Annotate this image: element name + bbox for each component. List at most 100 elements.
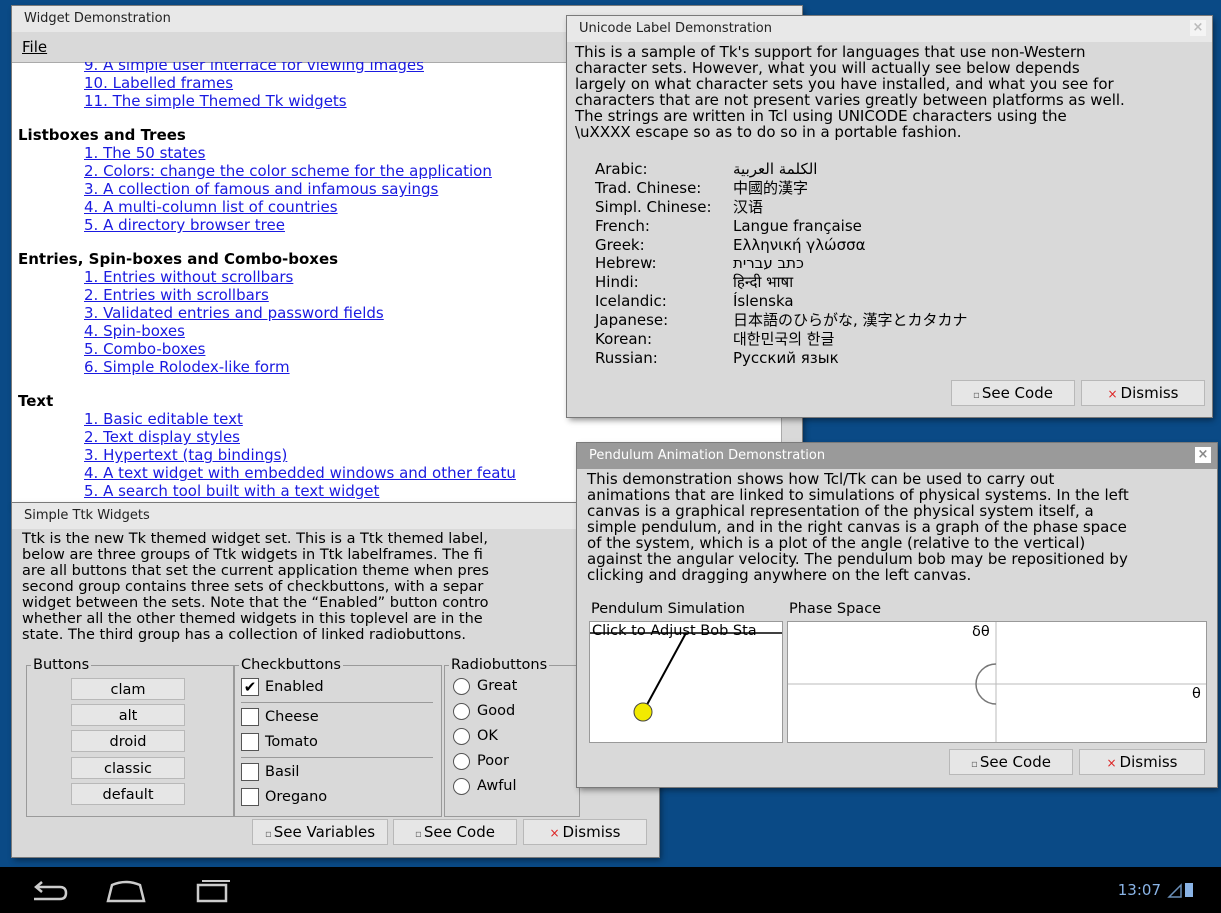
radio-great[interactable]: [453, 678, 470, 695]
language-row: Hebrew: כתב עברית: [595, 254, 804, 273]
window-title: Unicode Label Demonstration: [579, 21, 773, 36]
back-icon[interactable]: [30, 879, 70, 903]
language-row: Simpl. Chinese: 汉语: [595, 197, 764, 216]
checkbox-tomato[interactable]: [241, 733, 259, 751]
text-line: This is a sample of Tk's support for lan…: [575, 43, 1086, 61]
document-icon: ▫: [971, 759, 978, 770]
radiobuttons-frame: Radiobuttons Great Good OK Poor Awful: [444, 657, 580, 817]
text-line: are all buttons that set the current app…: [22, 563, 489, 579]
separator: [241, 702, 433, 703]
document-icon: ▫: [415, 829, 422, 840]
see-code-button[interactable]: ▫ See Code: [393, 819, 517, 845]
theme-button-classic[interactable]: classic: [71, 757, 185, 779]
radio-poor[interactable]: [453, 753, 470, 770]
text-line: character sets. However, what you will a…: [575, 59, 1080, 77]
close-icon: ×: [1106, 756, 1117, 770]
see-code-button[interactable]: ▫ See Code: [949, 749, 1073, 775]
language-row: Japanese: 日本語のひらがな, 漢字とカタカナ: [595, 311, 968, 330]
menu-file[interactable]: File: [22, 38, 47, 56]
phase-label: Phase Space: [787, 601, 884, 617]
dismiss-button[interactable]: × Dismiss: [1079, 749, 1205, 775]
text-line: This demonstration shows how Tcl/Tk can …: [587, 470, 1055, 488]
separator: [241, 757, 433, 758]
text-line: canvas is a graphical representation of …: [587, 502, 1094, 520]
close-icon: ×: [549, 826, 560, 840]
system-nav-bar: 13:07: [0, 867, 1221, 913]
checkbox-label: Oregano: [265, 789, 328, 805]
see-code-button[interactable]: ▫ See Code: [951, 380, 1075, 406]
text-line: of the system, which is a plot of the an…: [587, 534, 1086, 552]
text-line: simple pendulum, and in the right canvas…: [587, 518, 1127, 536]
text-line: animations that are linked to simulation…: [587, 486, 1129, 504]
recents-icon[interactable]: [192, 879, 232, 903]
language-row: Trad. Chinese: 中國的漢字: [595, 178, 809, 197]
window-title: Pendulum Animation Demonstration: [589, 448, 826, 463]
text-line: widget between the sets. Note that the “…: [22, 595, 489, 611]
text-line: characters that are not present varies g…: [575, 91, 1125, 109]
radiobuttons-frame-label: Radiobuttons: [449, 657, 550, 673]
checkbox-label: Cheese: [265, 709, 319, 725]
language-table: Arabic: الكلمة العربية Trad. Chinese: 中國的漢…: [595, 160, 968, 368]
unicode-window: Unicode Label Demonstration × This is a …: [567, 16, 1212, 417]
window-titlebar[interactable]: Pendulum Animation Demonstration ×: [577, 443, 1217, 469]
radio-good[interactable]: [453, 703, 470, 720]
radio-label: Poor: [477, 753, 509, 769]
text-line: Ttk is the new Tk themed widget set. Thi…: [22, 531, 488, 547]
theme-button-default[interactable]: default: [71, 783, 185, 805]
checkbuttons-frame-label: Checkbuttons: [239, 657, 343, 673]
buttons-frame: Buttons clam alt droid classic default: [26, 657, 234, 817]
theme-button-clam[interactable]: clam: [71, 678, 185, 700]
buttons-frame-label: Buttons: [31, 657, 92, 673]
sim-hint: Click to Adjust Bob Sta: [592, 623, 757, 639]
language-row: Arabic: الكلمة العربية: [595, 160, 818, 178]
sim-label: Pendulum Simulation: [589, 601, 747, 617]
radio-label: Awful: [477, 778, 517, 794]
language-row: Icelandic: Íslenska: [595, 292, 794, 311]
dismiss-button[interactable]: × Dismiss: [523, 819, 647, 845]
pendulum-drawing: [590, 632, 782, 722]
window-titlebar[interactable]: Unicode Label Demonstration ×: [567, 16, 1212, 42]
pendulum-window: Pendulum Animation Demonstration × This …: [577, 443, 1217, 787]
home-icon[interactable]: [104, 879, 148, 903]
checkbuttons-frame: Checkbuttons ✔ Enabled Cheese Tomato Bas…: [234, 657, 442, 817]
text-line: \uXXXX escape so as to do so in a portab…: [575, 123, 962, 141]
theme-button-droid[interactable]: droid: [71, 730, 185, 752]
window-title: Simple Ttk Widgets: [24, 508, 150, 523]
close-icon[interactable]: ×: [1190, 20, 1206, 36]
text-line: whether all the other themed widgets in …: [22, 611, 483, 627]
checkbox-enabled[interactable]: ✔: [241, 678, 259, 696]
pendulum-canvas[interactable]: Click to Adjust Bob Sta: [589, 621, 783, 743]
text-line: The strings are written in Tcl using UNI…: [575, 107, 1067, 125]
phase-space-canvas: δθ θ: [787, 621, 1207, 743]
phase-y-label: δθ: [972, 624, 990, 640]
language-row: Hindi: हिन्दी भाषा: [595, 273, 794, 292]
radio-label: Good: [477, 703, 516, 719]
theme-button-alt[interactable]: alt: [71, 704, 185, 726]
text-line: below are three groups of Ttk widgets in…: [22, 547, 483, 563]
clock: 13:07: [1117, 881, 1161, 899]
checkbox-oregano[interactable]: [241, 788, 259, 806]
checkbox-cheese[interactable]: [241, 708, 259, 726]
language-row: Russian: Русский язык: [595, 348, 839, 367]
language-row: Korean: 대한민국의 한글: [595, 330, 835, 349]
text-line: largely on what character sets you have …: [575, 75, 1114, 93]
radio-awful[interactable]: [453, 778, 470, 795]
checkbox-label: Basil: [265, 764, 300, 780]
phase-drawing: [788, 622, 1206, 742]
see-variables-button[interactable]: ▫ See Variables: [252, 819, 388, 845]
close-icon[interactable]: ×: [1195, 447, 1211, 463]
text-line: second group contains three sets of chec…: [22, 579, 484, 595]
dismiss-button[interactable]: × Dismiss: [1081, 380, 1205, 406]
pendulum-rod: [642, 632, 687, 713]
signal-battery-icon: [1167, 883, 1193, 898]
checkbox-label: Tomato: [265, 734, 318, 750]
document-icon: ▫: [264, 829, 272, 840]
radio-ok[interactable]: [453, 728, 470, 745]
document-icon: ▫: [973, 390, 980, 401]
radio-label: Great: [477, 678, 518, 694]
window-titlebar[interactable]: Simple Ttk Widgets: [12, 503, 659, 529]
checkbox-basil[interactable]: [241, 763, 259, 781]
pendulum-description: This demonstration shows how Tcl/Tk can …: [587, 471, 1129, 583]
pendulum-bob[interactable]: [633, 702, 653, 722]
radio-label: OK: [477, 728, 498, 744]
